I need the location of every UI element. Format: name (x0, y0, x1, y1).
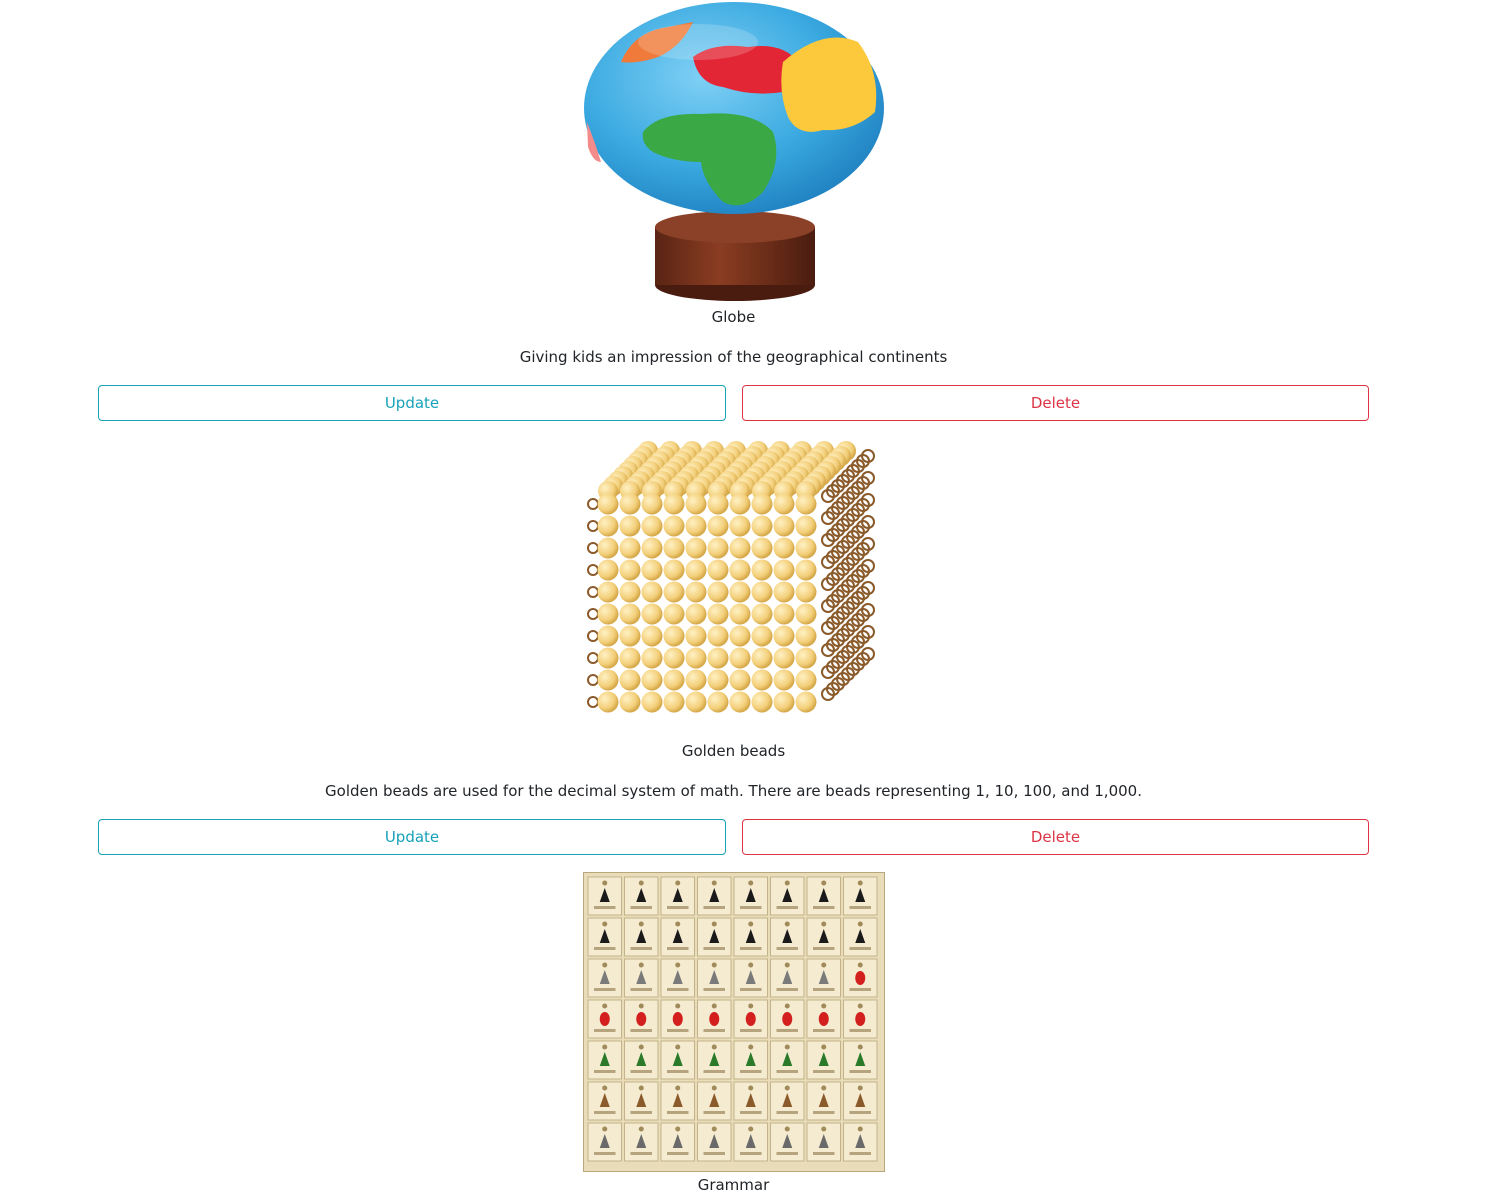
product-card-grammar: Grammar (0, 0, 1506, 1194)
product-name: Grammar (697, 1176, 770, 1194)
products-page: Globe Giving kids an impression of the g… (0, 0, 1506, 1194)
grammar-boxes-image (583, 872, 885, 1172)
